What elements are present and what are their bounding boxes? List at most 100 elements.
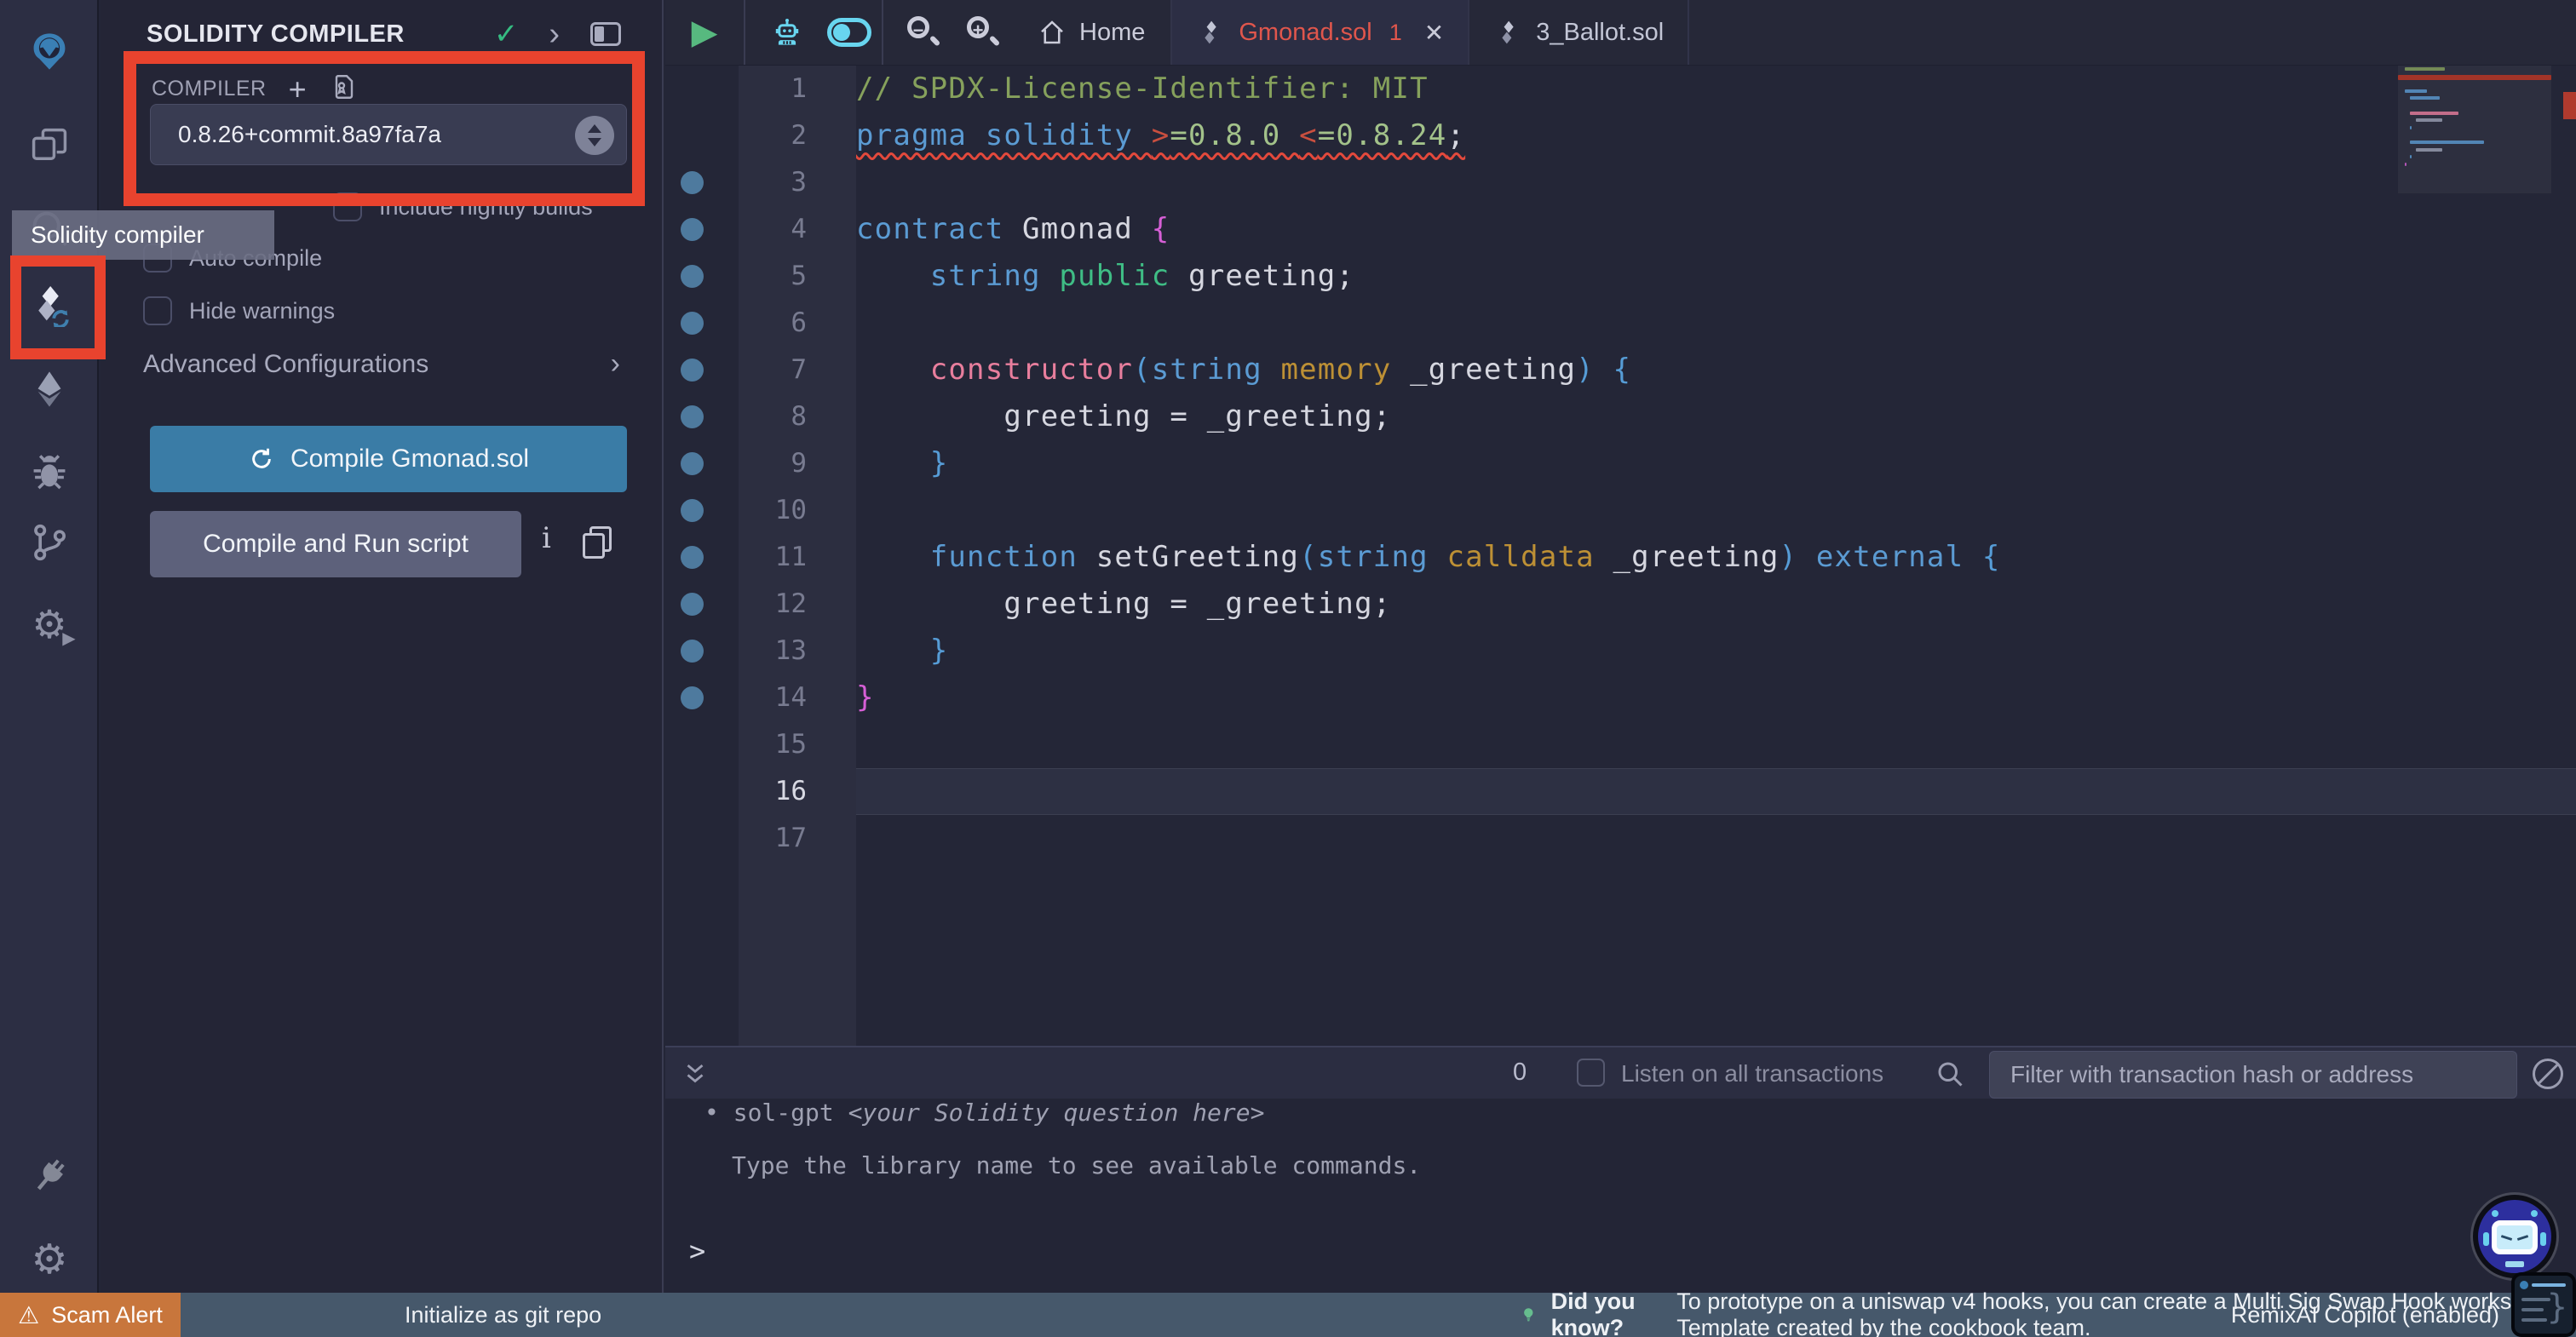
code-line-4[interactable]: 4 contract Gmonad { — [665, 206, 2576, 253]
code-line-13[interactable]: 13 } — [665, 628, 2576, 674]
line-number: 10 — [774, 495, 807, 525]
activity-rail: ⚙ ▶ ⚙ — [0, 0, 99, 1293]
chevron-right-icon: › — [610, 347, 620, 380]
scam-alert-button[interactable]: ⚠ Scam Alert — [0, 1293, 181, 1337]
listen-all-checkbox[interactable] — [1577, 1059, 1605, 1087]
file-tabs: Gmonad.sol 1 ✕ 3_Ballot.sol — [1170, 0, 1690, 65]
code-text: } — [929, 446, 949, 480]
terminal-output[interactable]: • sol-gpt <your Solidity question here> … — [665, 1099, 2576, 1293]
breakpoint-dot[interactable] — [681, 265, 704, 288]
error-count-badge: 1 — [1389, 19, 1402, 45]
terminal-prompt[interactable]: > — [689, 1235, 705, 1267]
compile-and-run-button[interactable]: Compile and Run script — [150, 511, 521, 577]
chevron-right-icon[interactable]: › — [549, 18, 560, 50]
transaction-filter-input[interactable] — [1989, 1051, 2517, 1099]
git-init-button[interactable]: Initialize as git repo — [405, 1293, 601, 1337]
code-line-8[interactable]: 8 greeting = _greeting; — [665, 393, 2576, 440]
code-line-10[interactable]: 10 — [665, 487, 2576, 534]
code-editor[interactable]: 1 // SPDX-License-Identifier: MIT 2 pragma … — [665, 66, 2576, 1046]
code-line-17[interactable]: 17 — [665, 815, 2576, 862]
code-line-15[interactable]: 15 — [665, 721, 2576, 768]
code-line-5[interactable]: 5 string public greeting; — [665, 253, 2576, 300]
code-line-3[interactable]: 3 — [665, 159, 2576, 206]
line-number: 15 — [774, 729, 807, 760]
solidity-compiler-tooltip: Solidity compiler — [12, 210, 274, 260]
zoom-out-button[interactable]: − — [892, 0, 955, 65]
breakpoint-dot[interactable] — [681, 499, 704, 522]
code-line-7[interactable]: 7 constructor(string memory _greeting) { — [665, 347, 2576, 393]
minimap[interactable] — [2398, 66, 2551, 1046]
advanced-configurations[interactable]: Advanced Configurations › — [143, 347, 620, 381]
terminal-collapse-icon[interactable] — [681, 1059, 710, 1088]
checkbox-box[interactable] — [143, 296, 172, 325]
breakpoint-dot[interactable] — [681, 312, 704, 335]
breakpoint-dot[interactable] — [681, 452, 704, 475]
zoom-in-button[interactable]: + — [955, 0, 1011, 65]
line-number: 16 — [774, 776, 807, 806]
copilot-status[interactable]: RemixAI Copilot (enabled) — [2231, 1293, 2499, 1337]
run-script-button[interactable]: ▶ — [665, 0, 744, 65]
tab-bar: ▶ − + Home Gmonad.sol 1 ✕ 3_Ballot.sol — [665, 0, 2576, 66]
clear-console-icon[interactable] — [2533, 1059, 2563, 1089]
warning-icon: ⚠ — [18, 1301, 40, 1328]
highlight-compiler-rail-icon — [10, 255, 106, 359]
breakpoint-dot[interactable] — [681, 218, 704, 241]
tab-3_Ballot.sol[interactable]: 3_Ballot.sol — [1469, 0, 1690, 65]
ai-copilot-toggle[interactable] — [817, 0, 882, 65]
remix-ai-copilot-button[interactable] — [2473, 1195, 2556, 1278]
tab-label: Gmonad.sol — [1239, 18, 1372, 46]
breakpoint-dot[interactable] — [681, 171, 704, 194]
deploy-run-icon[interactable] — [22, 362, 77, 416]
code-line-2[interactable]: 2 pragma solidity >=0.8.0 <=0.8.24; — [665, 112, 2576, 159]
copy-icon[interactable] — [583, 526, 612, 559]
code-text: function setGreeting(string calldata _gr… — [929, 540, 2001, 574]
code-text: pragma solidity >=0.8.0 <=0.8.24; — [856, 118, 1466, 152]
compile-success-icon: ✓ — [493, 18, 519, 50]
plugin-connect-icon[interactable] — [22, 1149, 77, 1203]
close-icon[interactable]: ✕ — [1424, 19, 1444, 47]
breakpoint-dot[interactable] — [681, 546, 704, 569]
line-number: 12 — [774, 588, 807, 619]
search-icon[interactable] — [1935, 1059, 1965, 1089]
robot-face-icon — [2492, 1220, 2538, 1254]
plugin-manager-icon[interactable]: ⚙ ▶ — [22, 597, 77, 651]
line-number: 3 — [791, 167, 807, 198]
solidity-file-icon — [1196, 18, 1225, 47]
line-number: 17 — [774, 823, 807, 853]
remix-ide-window: ⚙ ▶ ⚙ SOLIDITY COMPILER ✓ › COMPILER + 0.8… — [0, 0, 2576, 1337]
code-line-16[interactable]: 16 — [665, 768, 2576, 815]
remix-logo[interactable] — [22, 24, 77, 78]
code-line-9[interactable]: 9 } — [665, 440, 2576, 487]
ai-assistant-icon[interactable] — [757, 0, 817, 65]
settings-icon[interactable]: ⚙ — [22, 1233, 77, 1288]
breakpoint-dot[interactable] — [681, 405, 704, 428]
tab-Gmonad.sol[interactable]: Gmonad.sol 1 ✕ — [1170, 0, 1470, 65]
line-number: 11 — [774, 542, 807, 572]
git-icon[interactable] — [22, 515, 77, 570]
line-number: 6 — [791, 307, 807, 338]
file-explorer-icon[interactable] — [22, 118, 77, 172]
debugger-icon[interactable] — [22, 445, 77, 499]
line-number: 14 — [774, 682, 807, 713]
code-line-14[interactable]: 14} — [665, 674, 2576, 721]
checkbox-hide-warnings[interactable]: Hide warnings — [143, 296, 335, 325]
line-number: 4 — [791, 214, 807, 244]
breakpoint-dot[interactable] — [681, 686, 704, 709]
line-number: 5 — [791, 261, 807, 291]
pip-preview-thumbnail[interactable]: } — [2511, 1272, 2576, 1337]
refresh-icon — [252, 448, 271, 468]
info-icon[interactable]: i — [542, 521, 551, 555]
breakpoint-dot[interactable] — [681, 593, 704, 616]
panel-title: SOLIDITY COMPILER — [147, 20, 405, 48]
code-line-6[interactable]: 6 — [665, 300, 2576, 347]
tab-home[interactable]: Home — [1011, 0, 1170, 65]
code-line-11[interactable]: 11 function setGreeting(string calldata … — [665, 534, 2576, 581]
pin-panel-icon[interactable] — [590, 22, 621, 46]
breakpoint-dot[interactable] — [681, 359, 704, 382]
code-text: } — [929, 634, 949, 668]
code-line-12[interactable]: 12 greeting = _greeting; — [665, 581, 2576, 628]
compile-button[interactable]: Compile Gmonad.sol — [150, 426, 627, 492]
breakpoint-dot[interactable] — [681, 640, 704, 663]
line-number: 13 — [774, 635, 807, 666]
code-line-1[interactable]: 1 // SPDX-License-Identifier: MIT — [665, 66, 2576, 112]
